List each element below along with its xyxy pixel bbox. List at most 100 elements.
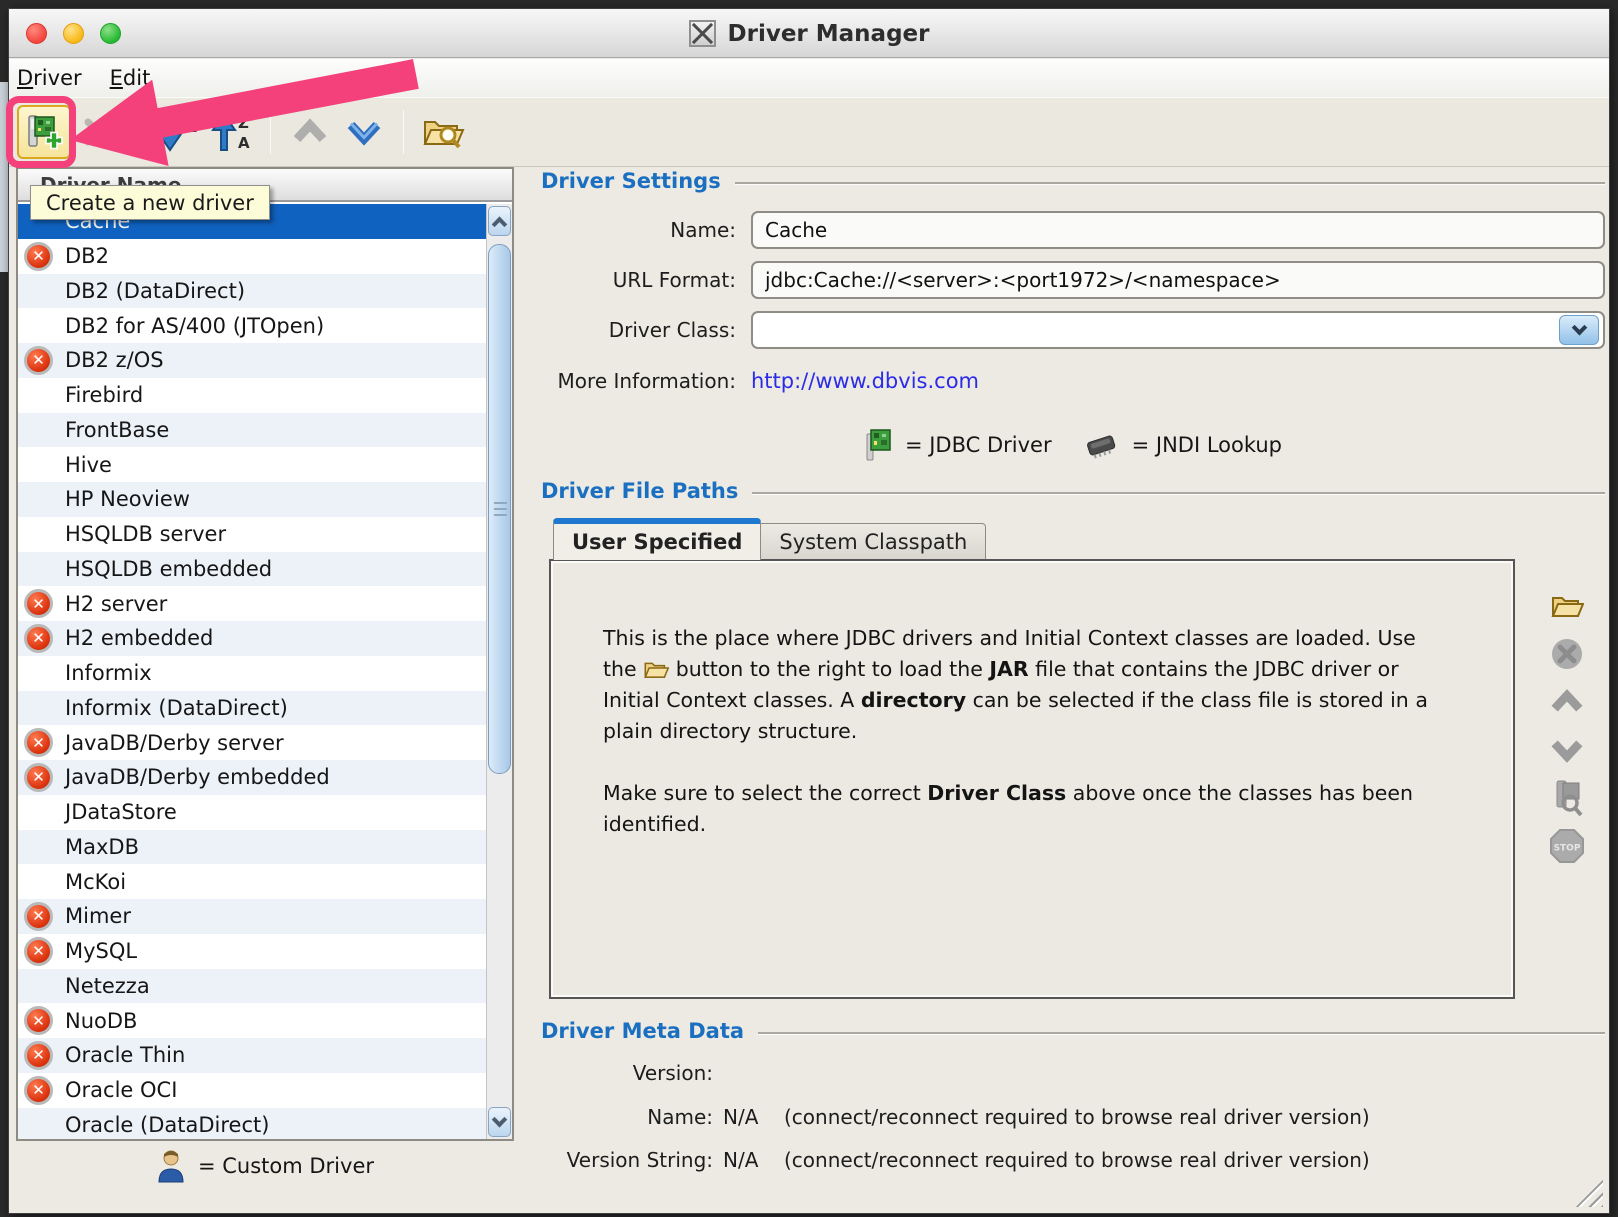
driver-row-oracle-datadirect-[interactable]: Oracle (DataDirect) bbox=[18, 1108, 486, 1140]
toolbar-separator bbox=[270, 110, 271, 154]
driver-row-h2-embedded[interactable]: ✕H2 embedded bbox=[18, 621, 486, 656]
meta-label-name-: Name: bbox=[541, 1105, 713, 1129]
more-information-label: More Information: bbox=[541, 369, 736, 393]
help-text-bold: JAR bbox=[989, 657, 1028, 681]
driver-name-label: H2 embedded bbox=[65, 626, 213, 650]
url-format-input[interactable] bbox=[751, 261, 1605, 299]
driver-name-label: Informix (DataDirect) bbox=[65, 696, 288, 720]
driver-row-javadb-derby-embedded[interactable]: ✕JavaDB/Derby embedded bbox=[18, 760, 486, 795]
driver-row-oracle-thin[interactable]: ✕Oracle Thin bbox=[18, 1038, 486, 1073]
tab-user-specified[interactable]: User Specified bbox=[553, 518, 761, 560]
tab-system-classpath[interactable]: System Classpath bbox=[761, 523, 986, 560]
driver-row-h2-server[interactable]: ✕H2 server bbox=[18, 586, 486, 621]
sort-ascending-button[interactable]: Z A bbox=[204, 105, 258, 159]
url-format-label: URL Format: bbox=[541, 268, 736, 292]
driver-name-label: NuoDB bbox=[65, 1009, 137, 1033]
driver-row-hsqldb-server[interactable]: HSQLDB server bbox=[18, 517, 486, 552]
delete-driver-button[interactable] bbox=[71, 105, 125, 159]
driver-row-oracle-oci[interactable]: ✕Oracle OCI bbox=[18, 1073, 486, 1108]
driver-row-db2[interactable]: ✕DB2 bbox=[18, 239, 486, 274]
driver-name-label: HP Neoview bbox=[65, 487, 190, 511]
driver-class-dropdown-button[interactable] bbox=[1559, 315, 1599, 345]
driver-row-db2-z-os[interactable]: ✕ DB2 z/OS bbox=[18, 343, 486, 378]
open-file-button[interactable] bbox=[1548, 587, 1586, 625]
scroll-up-button[interactable] bbox=[488, 206, 511, 236]
driver-file-paths-section: Driver File Paths bbox=[541, 479, 1605, 503]
driver-meta-data-section: Driver Meta Data bbox=[541, 1019, 1605, 1043]
meta-note: (connect/reconnect required to browse re… bbox=[784, 1105, 1370, 1129]
driver-row-maxdb[interactable]: MaxDB bbox=[18, 830, 486, 865]
create-driver-tooltip: Create a new driver bbox=[30, 185, 270, 220]
move-up-button[interactable] bbox=[283, 105, 337, 159]
chevron-up-icon bbox=[492, 216, 508, 232]
menu-edit[interactable]: Edit bbox=[110, 66, 151, 90]
chevron-down-blue-icon bbox=[344, 117, 384, 147]
driver-settings-section: Driver Settings bbox=[541, 169, 1605, 193]
toolbar: Z Z A bbox=[9, 97, 1609, 167]
move-down-button[interactable] bbox=[337, 105, 391, 159]
driver-row-frontbase[interactable]: FrontBase bbox=[18, 413, 486, 448]
driver-row-javadb-derby-server[interactable]: ✕JavaDB/Derby server bbox=[18, 725, 486, 760]
jdbc-driver-icon bbox=[864, 428, 892, 462]
driver-error-icon: ✕ bbox=[24, 242, 53, 271]
titlebar[interactable]: Driver Manager bbox=[9, 9, 1609, 58]
driver-row-db2-for-as-400-jtopen-[interactable]: DB2 for AS/400 (JTOpen) bbox=[18, 308, 486, 343]
scroll-down-button[interactable] bbox=[488, 1107, 511, 1137]
driver-meta-data-title: Driver Meta Data bbox=[541, 1019, 744, 1043]
dbvis-link[interactable]: http://www.dbvis.com bbox=[751, 369, 979, 393]
move-path-up-button[interactable] bbox=[1548, 683, 1586, 721]
find-driver-files-button[interactable] bbox=[416, 105, 470, 159]
driver-error-icon: ✕ bbox=[24, 346, 53, 375]
driver-name-label: JavaDB/Derby embedded bbox=[65, 765, 330, 789]
driver-row-mckoi[interactable]: McKoi bbox=[18, 864, 486, 899]
move-path-down-button[interactable] bbox=[1548, 731, 1586, 769]
svg-text:A: A bbox=[238, 134, 250, 152]
help-text-bold: directory bbox=[861, 688, 966, 712]
driver-class-input[interactable] bbox=[751, 311, 1605, 349]
driver-name-label: Informix bbox=[65, 661, 152, 685]
driver-error-icon: ✕ bbox=[24, 1006, 53, 1035]
driver-error-icon: ✕ bbox=[24, 937, 53, 966]
driver-error-icon: ✕ bbox=[24, 1076, 53, 1105]
open-folder-icon bbox=[643, 658, 669, 681]
driver-list-scrollbar[interactable] bbox=[486, 204, 512, 1139]
driver-row-hp-neoview[interactable]: HP Neoview bbox=[18, 482, 486, 517]
driver-name-label: DB2 for AS/400 (JTOpen) bbox=[65, 314, 324, 338]
driver-row-informix[interactable]: Informix bbox=[18, 656, 486, 691]
menu-driver[interactable]: Driver bbox=[17, 66, 82, 90]
user-specified-panel: This is the place where JDBC drivers and… bbox=[549, 559, 1515, 999]
driver-row-mimer[interactable]: ✕Mimer bbox=[18, 899, 486, 934]
driver-name-label: Firebird bbox=[65, 383, 143, 407]
driver-row-hive[interactable]: Hive bbox=[18, 447, 486, 482]
driver-row-db2-datadirect-[interactable]: DB2 (DataDirect) bbox=[18, 274, 486, 309]
custom-driver-legend-text: = Custom Driver bbox=[198, 1154, 374, 1178]
driver-name-label: DB2 z/OS bbox=[65, 348, 164, 372]
file-path-tabs: User SpecifiedSystem Classpath bbox=[553, 518, 986, 560]
scrollbar-grip bbox=[494, 502, 507, 516]
driver-name-label: HSQLDB server bbox=[65, 522, 226, 546]
driver-row-informix-datadirect-[interactable]: Informix (DataDirect) bbox=[18, 691, 486, 726]
driver-name-label: JDataStore bbox=[65, 800, 177, 824]
stop-scan-button[interactable]: STOP bbox=[1548, 827, 1586, 865]
chevron-down-icon bbox=[1571, 319, 1587, 335]
meta-value: N/A bbox=[723, 1148, 758, 1172]
name-input[interactable] bbox=[751, 211, 1605, 249]
window-title: Driver Manager bbox=[728, 21, 930, 47]
window-resize-grip[interactable] bbox=[1573, 1177, 1603, 1207]
section-divider bbox=[752, 492, 1605, 495]
driver-row-jdatastore[interactable]: JDataStore bbox=[18, 795, 486, 830]
driver-row-nuodb[interactable]: ✕ NuoDB bbox=[18, 1003, 486, 1038]
driver-row-netezza[interactable]: Netezza bbox=[18, 969, 486, 1004]
remove-path-button[interactable] bbox=[1548, 635, 1586, 673]
name-label: Name: bbox=[541, 218, 736, 242]
driver-row-firebird[interactable]: Firebird bbox=[18, 378, 486, 413]
find-driver-class-button[interactable] bbox=[1548, 779, 1586, 817]
scrollbar-thumb[interactable] bbox=[488, 244, 511, 774]
driver-name-label: McKoi bbox=[65, 870, 126, 894]
svg-text:Z: Z bbox=[185, 117, 197, 137]
screen: Driver Manager Driver Edit Z Z A bbox=[0, 0, 1618, 1217]
driver-row-mysql[interactable]: ✕MySQL bbox=[18, 934, 486, 969]
driver-type-legend: = JDBC Driver = JNDI Lookup bbox=[541, 427, 1605, 463]
driver-row-hsqldb-embedded[interactable]: HSQLDB embedded bbox=[18, 552, 486, 587]
sort-descending-button[interactable]: Z bbox=[150, 105, 204, 159]
